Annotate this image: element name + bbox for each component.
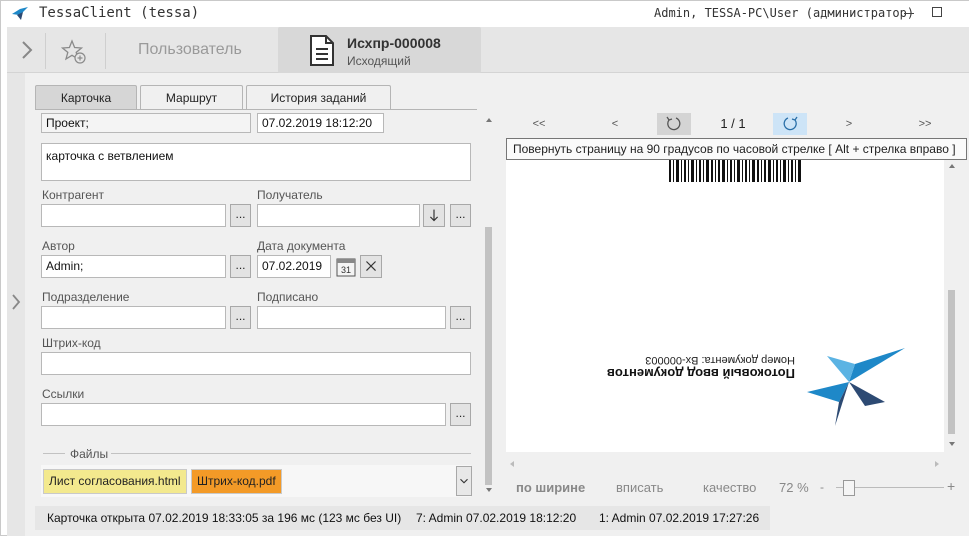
links-field[interactable] xyxy=(41,403,446,426)
tab-route[interactable]: Маршрут xyxy=(140,85,243,110)
department-label: Подразделение xyxy=(42,290,130,304)
department-field[interactable] xyxy=(41,306,226,329)
files-label: Файлы xyxy=(70,447,109,461)
status-entry-2: 1: Admin 07.02.2019 17:27:26 xyxy=(599,511,760,525)
maximize-icon[interactable] xyxy=(932,7,942,17)
current-user: Admin, TESSA-PC\User (администратор) xyxy=(654,6,915,20)
rotate-tooltip: Повернуть страницу на 90 градусов по час… xyxy=(506,138,967,160)
preview-scroll-left-icon[interactable] xyxy=(509,460,515,468)
barcode-label: Штрих-код xyxy=(42,336,101,350)
first-page-button[interactable]: << xyxy=(522,113,556,135)
signed-label: Подписано xyxy=(257,290,319,304)
tessa-client-window: TessaClient (tessa) Admin, TESSA-PC\User… xyxy=(0,0,969,536)
tessa-bird-logo-icon xyxy=(807,348,905,426)
author-label: Автор xyxy=(42,239,75,253)
recipient-field[interactable] xyxy=(257,204,420,227)
status-bar: Карточка открыта 07.02.2019 18:33:05 за … xyxy=(35,506,770,530)
fit-width-button[interactable]: по ширине xyxy=(516,480,585,495)
links-label: Ссылки xyxy=(42,387,85,401)
files-divider xyxy=(43,453,65,454)
recipient-label: Получатель xyxy=(257,188,323,202)
minimize-icon[interactable] xyxy=(904,13,914,14)
document-icon xyxy=(310,35,334,66)
page-indicator: 1 / 1 xyxy=(720,116,746,131)
signed-field[interactable] xyxy=(257,306,446,329)
files-divider xyxy=(111,453,471,454)
calendar-icon[interactable]: 31 xyxy=(335,255,357,278)
next-page-button[interactable]: > xyxy=(832,113,866,135)
subject-field[interactable]: карточка с ветвлением xyxy=(41,143,471,181)
preview-doc-number: Номер документа: Вх-000003 xyxy=(645,354,795,366)
header-divider xyxy=(105,33,106,69)
zoom-in-button[interactable]: + xyxy=(947,478,955,494)
tessa-logo-icon xyxy=(12,7,28,20)
doc-date-label: Дата документа xyxy=(257,239,346,253)
signed-select-button[interactable]: ... xyxy=(450,306,471,329)
expand-panel-icon[interactable] xyxy=(10,292,22,312)
preview-scroll-down-icon[interactable] xyxy=(948,441,956,447)
status-entry-1: 7: Admin 07.02.2019 18:12:20 xyxy=(416,511,577,525)
rotate-right-icon[interactable] xyxy=(773,113,807,135)
fit-page-button[interactable]: вписать xyxy=(616,480,663,495)
department-select-button[interactable]: ... xyxy=(230,306,251,329)
prev-page-button[interactable]: < xyxy=(598,113,632,135)
rotate-left-icon[interactable] xyxy=(657,113,691,135)
file-chip-barcode[interactable]: Штрих-код.pdf xyxy=(191,469,282,494)
recipient-select-button[interactable]: ... xyxy=(450,204,471,227)
scroll-up-icon[interactable] xyxy=(485,117,493,123)
counterparty-select-button[interactable]: ... xyxy=(230,204,251,227)
zoom-value: 72 % xyxy=(779,480,809,495)
tab-task-history[interactable]: История заданий xyxy=(246,85,391,110)
barcode-field[interactable] xyxy=(41,352,471,375)
document-title: Исхпр-000008 xyxy=(347,35,441,51)
counterparty-label: Контрагент xyxy=(42,188,105,202)
zoom-out-button[interactable]: - xyxy=(820,480,824,494)
quality-button[interactable]: качество xyxy=(703,480,756,495)
author-field[interactable]: Admin; xyxy=(41,255,226,278)
zoom-slider-knob[interactable] xyxy=(843,480,855,496)
document-type: Исходящий xyxy=(347,54,411,68)
counterparty-field[interactable] xyxy=(41,204,226,227)
user-tab[interactable]: Пользователь xyxy=(138,41,242,59)
barcode-image xyxy=(669,160,801,182)
svg-text:31: 31 xyxy=(341,265,351,275)
doc-date-field[interactable]: 07.02.2019 xyxy=(257,255,331,278)
clear-date-icon[interactable] xyxy=(360,255,382,278)
links-select-button[interactable]: ... xyxy=(450,403,471,426)
status-card-opened: Карточка открыта 07.02.2019 18:33:05 за … xyxy=(47,511,402,525)
last-page-button[interactable]: >> xyxy=(908,113,942,135)
files-dropdown-icon[interactable] xyxy=(456,466,472,496)
arrow-down-icon[interactable] xyxy=(423,204,445,227)
project-field[interactable]: Проект; xyxy=(41,113,251,133)
preview-text-block: Потоковый ввод документов Номер документ… xyxy=(597,351,795,381)
form-scrollbar-thumb[interactable] xyxy=(485,227,492,485)
author-select-button[interactable]: ... xyxy=(230,255,251,278)
preview-scroll-up-icon[interactable] xyxy=(948,163,956,169)
window-title: TessaClient (tessa) xyxy=(39,5,200,21)
file-chip-approval-sheet[interactable]: Лист согласования.html xyxy=(43,469,187,494)
tab-divider xyxy=(35,109,477,110)
favorite-add-icon[interactable] xyxy=(61,39,87,65)
tab-card[interactable]: Карточка xyxy=(35,85,137,110)
preview-scroll-right-icon[interactable] xyxy=(934,460,940,468)
preview-heading: Потоковый ввод документов xyxy=(606,366,795,381)
project-date-field[interactable]: 07.02.2019 18:12:20 xyxy=(257,113,384,133)
chevron-right-icon[interactable] xyxy=(19,39,35,61)
scroll-down-icon[interactable] xyxy=(485,487,493,493)
preview-vscrollbar-thumb[interactable] xyxy=(948,290,955,434)
header-divider xyxy=(45,33,46,69)
